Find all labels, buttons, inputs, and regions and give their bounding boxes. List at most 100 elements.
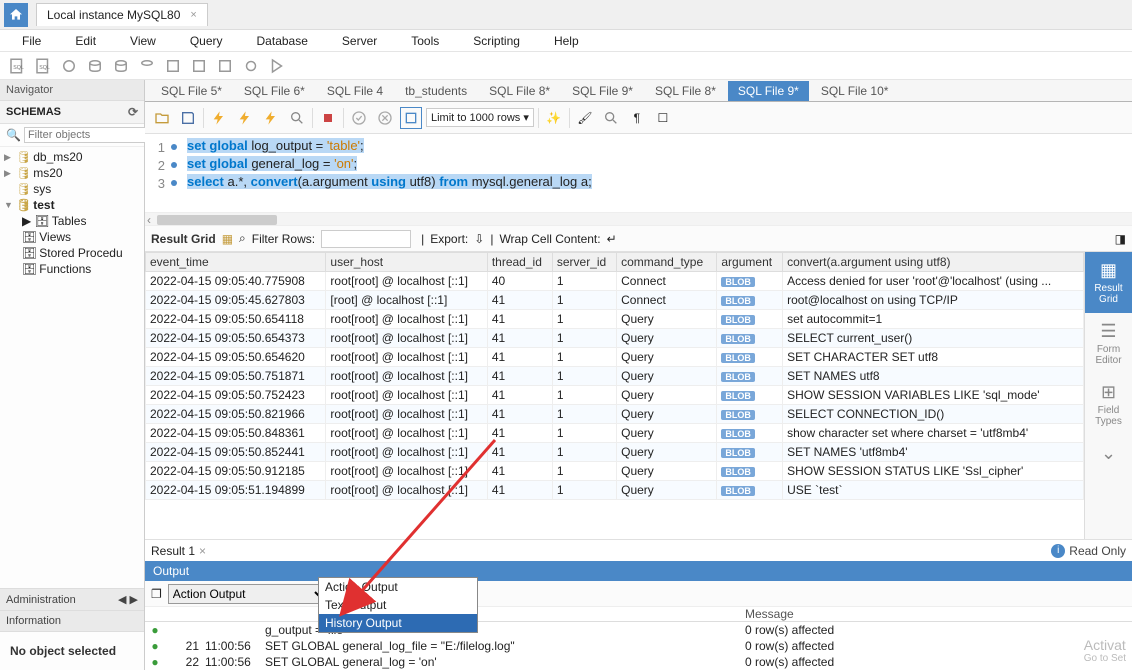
column-header[interactable]: server_id xyxy=(552,253,616,272)
save-icon[interactable] xyxy=(177,107,199,129)
table-row[interactable]: 2022-04-15 09:05:50.654620root[root] @ l… xyxy=(146,348,1084,367)
commit-icon[interactable] xyxy=(348,107,370,129)
panel-toggle-icon[interactable]: ◨ xyxy=(1115,232,1126,246)
invisible-icon[interactable]: ☐ xyxy=(652,107,674,129)
wrap-cell-icon[interactable]: ↵ xyxy=(607,232,617,246)
explain-icon[interactable] xyxy=(260,107,282,129)
tb-icon-8[interactable] xyxy=(188,55,210,77)
funnel-icon[interactable]: ⌕ xyxy=(239,231,246,246)
table-row[interactable]: 2022-04-15 09:05:45.627803[root] @ local… xyxy=(146,291,1084,310)
output-row[interactable]: ●2211:00:56SET GLOBAL general_log = 'on'… xyxy=(145,654,1132,670)
column-header[interactable]: convert(a.argument using utf8) xyxy=(783,253,1084,272)
menu-edit[interactable]: Edit xyxy=(59,32,112,50)
output-select[interactable]: Action Output xyxy=(168,584,328,604)
rollback-icon[interactable] xyxy=(374,107,396,129)
tb-icon-6[interactable] xyxy=(136,55,158,77)
menu-file[interactable]: File xyxy=(6,32,57,50)
result-grid[interactable]: event_timeuser_hostthread_idserver_idcom… xyxy=(145,252,1084,539)
wrap-icon[interactable]: ¶ xyxy=(626,107,648,129)
home-icon[interactable] xyxy=(4,3,28,27)
editor-scrollbar[interactable]: ‹ xyxy=(145,212,1132,226)
admin-tab[interactable]: Administration xyxy=(6,594,76,606)
limit-select[interactable]: Limit to 1000 rows ▾ xyxy=(426,108,534,127)
tb-icon-11[interactable] xyxy=(266,55,288,77)
table-row[interactable]: 2022-04-15 09:05:50.848361root[root] @ l… xyxy=(146,424,1084,443)
execute-icon[interactable] xyxy=(208,107,230,129)
rt-form-editor[interactable]: ☰Form Editor xyxy=(1085,313,1132,374)
output-panel-icon[interactable]: ❐ xyxy=(151,587,162,601)
menu-server[interactable]: Server xyxy=(326,32,393,50)
menu-help[interactable]: Help xyxy=(538,32,595,50)
menu-view[interactable]: View xyxy=(114,32,172,50)
sql-tab[interactable]: SQL File 10* xyxy=(811,81,899,101)
tree-sub[interactable]: ▶ 🗄 Tables xyxy=(0,213,144,229)
sql-editor[interactable]: 1 2 3 set global log_output = 'table'; s… xyxy=(145,134,1132,212)
refresh-icon[interactable]: ⟳ xyxy=(128,105,138,119)
sql-tab[interactable]: SQL File 4 xyxy=(317,81,393,101)
table-row[interactable]: 2022-04-15 09:05:50.752423root[root] @ l… xyxy=(146,386,1084,405)
tree-item[interactable]: ▶🛢db_ms20 xyxy=(0,149,144,165)
rt-field-types[interactable]: ⊞Field Types xyxy=(1085,374,1132,435)
filter-rows-input[interactable] xyxy=(321,230,411,248)
open-file-icon[interactable] xyxy=(151,107,173,129)
tb-icon-4[interactable] xyxy=(84,55,106,77)
tb-icon-10[interactable] xyxy=(240,55,262,77)
nav-arrows[interactable]: ◀ ▶ xyxy=(118,593,138,606)
execute-cursor-icon[interactable] xyxy=(234,107,256,129)
sql-tab[interactable]: SQL File 9* xyxy=(562,81,643,101)
dropdown-option[interactable]: Action Output xyxy=(319,578,477,596)
output-row[interactable]: ●2111:00:56SET GLOBAL general_log_file =… xyxy=(145,638,1132,654)
column-header[interactable]: thread_id xyxy=(487,253,552,272)
beautify-icon[interactable]: ✨ xyxy=(543,107,565,129)
column-header[interactable]: argument xyxy=(717,253,783,272)
sql-tab[interactable]: tb_students xyxy=(395,81,477,101)
tb-icon-5[interactable] xyxy=(110,55,132,77)
tb-icon-9[interactable] xyxy=(214,55,236,77)
stop-icon[interactable] xyxy=(317,107,339,129)
open-sql-icon[interactable]: SQL xyxy=(32,55,54,77)
connection-tab[interactable]: Local instance MySQL80 × xyxy=(36,3,208,26)
export-icon[interactable]: ⇩ xyxy=(474,232,484,246)
brush-icon[interactable]: 🖌 xyxy=(574,107,596,129)
zoom-icon[interactable] xyxy=(600,107,622,129)
table-row[interactable]: 2022-04-15 09:05:50.821966root[root] @ l… xyxy=(146,405,1084,424)
search-tb-icon[interactable] xyxy=(286,107,308,129)
menu-database[interactable]: Database xyxy=(241,32,324,50)
sql-tab[interactable]: SQL File 8* xyxy=(479,81,560,101)
tb-icon-7[interactable] xyxy=(162,55,184,77)
sql-tab[interactable]: SQL File 9* xyxy=(728,81,809,101)
close-icon[interactable]: × xyxy=(199,544,206,558)
sql-tab[interactable]: SQL File 8* xyxy=(645,81,726,101)
dropdown-option[interactable]: Text Output xyxy=(319,596,477,614)
tree-sub[interactable]: 🗄 Views xyxy=(0,229,144,245)
autocommit-icon[interactable] xyxy=(400,107,422,129)
column-header[interactable]: command_type xyxy=(617,253,717,272)
tb-icon-3[interactable] xyxy=(58,55,80,77)
table-row[interactable]: 2022-04-15 09:05:50.852441root[root] @ l… xyxy=(146,443,1084,462)
output-row[interactable]: ●g_output = 'file'0 row(s) affected xyxy=(145,622,1132,638)
column-header[interactable]: user_host xyxy=(326,253,487,272)
menu-query[interactable]: Query xyxy=(174,32,239,50)
rt-more-icon[interactable]: ⌄ xyxy=(1085,435,1132,474)
sql-tab[interactable]: SQL File 5* xyxy=(151,81,232,101)
tree-item[interactable]: ▼🛢test xyxy=(0,197,144,213)
menu-scripting[interactable]: Scripting xyxy=(457,32,536,50)
table-row[interactable]: 2022-04-15 09:05:50.751871root[root] @ l… xyxy=(146,367,1084,386)
tree-sub[interactable]: 🗄 Stored Procedu xyxy=(0,245,144,261)
grid-icon[interactable]: ▦ xyxy=(222,232,233,246)
table-row[interactable]: 2022-04-15 09:05:50.654118root[root] @ l… xyxy=(146,310,1084,329)
tree-sub[interactable]: 🗄 Functions xyxy=(0,261,144,277)
table-row[interactable]: 2022-04-15 09:05:40.775908root[root] @ l… xyxy=(146,272,1084,291)
close-icon[interactable]: × xyxy=(190,9,196,21)
table-row[interactable]: 2022-04-15 09:05:50.912185root[root] @ l… xyxy=(146,462,1084,481)
dropdown-option[interactable]: History Output xyxy=(319,614,477,632)
new-sql-icon[interactable]: SQL xyxy=(6,55,28,77)
column-header[interactable]: event_time xyxy=(146,253,326,272)
sql-tab[interactable]: SQL File 6* xyxy=(234,81,315,101)
tree-item[interactable]: ▶🛢ms20 xyxy=(0,165,144,181)
menu-tools[interactable]: Tools xyxy=(395,32,455,50)
table-row[interactable]: 2022-04-15 09:05:50.654373root[root] @ l… xyxy=(146,329,1084,348)
result-tab[interactable]: Result 1× xyxy=(151,544,206,558)
table-row[interactable]: 2022-04-15 09:05:51.194899root[root] @ l… xyxy=(146,481,1084,500)
tree-item[interactable]: 🛢sys xyxy=(0,181,144,197)
